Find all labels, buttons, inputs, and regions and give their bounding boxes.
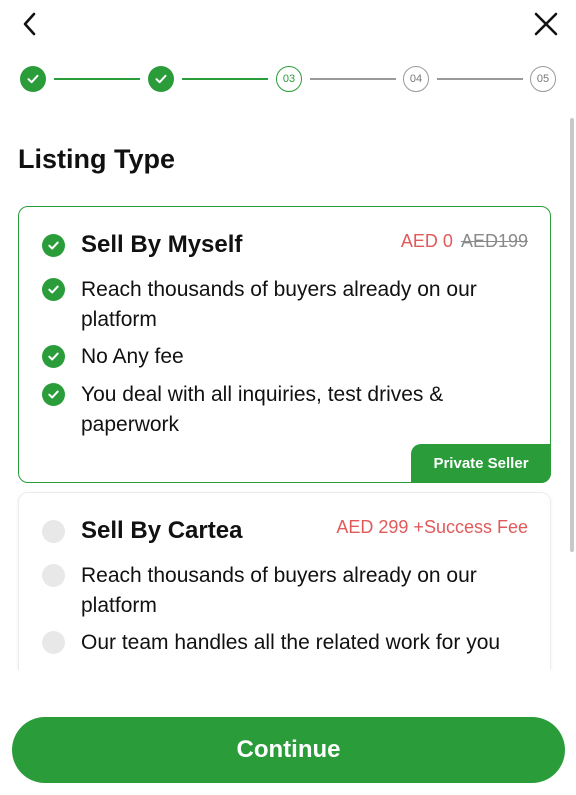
chevron-left-icon: [23, 12, 36, 36]
step-number: 03: [282, 73, 296, 85]
option-title: Sell By Cartea: [81, 517, 243, 544]
page-title: Listing Type: [18, 144, 176, 174]
feature-item: Our team handles all the related work fo…: [81, 631, 501, 654]
private-seller-badge: Private Seller: [411, 444, 551, 483]
check-icon: [48, 352, 59, 361]
feature-item: Reach thousands of buyers already on our…: [81, 564, 477, 617]
content-scroll-area[interactable]: Listing Type Sell By Myself AED 0 AED199 …: [0, 118, 576, 670]
option-title: Sell By Myself: [81, 231, 243, 258]
step-2-complete: [148, 66, 174, 92]
feature-item: No Any fee: [81, 345, 184, 368]
price-row: AED 0 AED199: [401, 231, 528, 252]
check-circle-icon: [42, 278, 65, 301]
bullet-circle-icon: [42, 564, 65, 587]
price: AED 0: [400, 231, 453, 251]
close-button[interactable]: [530, 8, 562, 40]
radio-selected-icon: [42, 234, 65, 257]
price: AED 299 +Success Fee: [336, 517, 528, 537]
check-icon: [155, 74, 167, 84]
feature-item: You deal with all inquiries, test drives…: [81, 383, 444, 436]
step-connector: [182, 78, 268, 80]
check-circle-icon: [42, 383, 65, 406]
step-5: 05: [530, 66, 556, 92]
check-icon: [48, 390, 59, 399]
radio-unselected-icon: [42, 520, 65, 543]
check-icon: [48, 285, 59, 294]
check-icon: [48, 241, 59, 250]
step-connector: [437, 78, 523, 80]
option-card-sell-by-cartea[interactable]: Sell By Cartea AED 299 +Success Fee Reac…: [18, 492, 551, 670]
scrollbar[interactable]: [570, 118, 574, 552]
step-3-current: 03: [276, 66, 302, 92]
step-connector: [310, 78, 396, 80]
back-button[interactable]: [14, 8, 46, 40]
price-row: AED 299 +Success Fee: [336, 517, 528, 538]
step-connector: [54, 78, 140, 80]
step-number: 04: [409, 73, 423, 85]
bullet-circle-icon: [42, 631, 65, 654]
original-price: AED199: [460, 231, 528, 251]
check-circle-icon: [42, 345, 65, 368]
step-number: 05: [536, 73, 550, 85]
top-bar: [0, 0, 576, 50]
check-icon: [27, 74, 39, 84]
step-4: 04: [403, 66, 429, 92]
step-1-complete: [20, 66, 46, 92]
progress-stepper: 03 04 05: [20, 66, 556, 92]
option-card-sell-by-myself[interactable]: Sell By Myself AED 0 AED199 Reach thousan…: [18, 206, 551, 483]
feature-item: Reach thousands of buyers already on our…: [81, 278, 477, 331]
continue-button[interactable]: Continue: [12, 717, 565, 783]
close-icon: [534, 12, 558, 36]
